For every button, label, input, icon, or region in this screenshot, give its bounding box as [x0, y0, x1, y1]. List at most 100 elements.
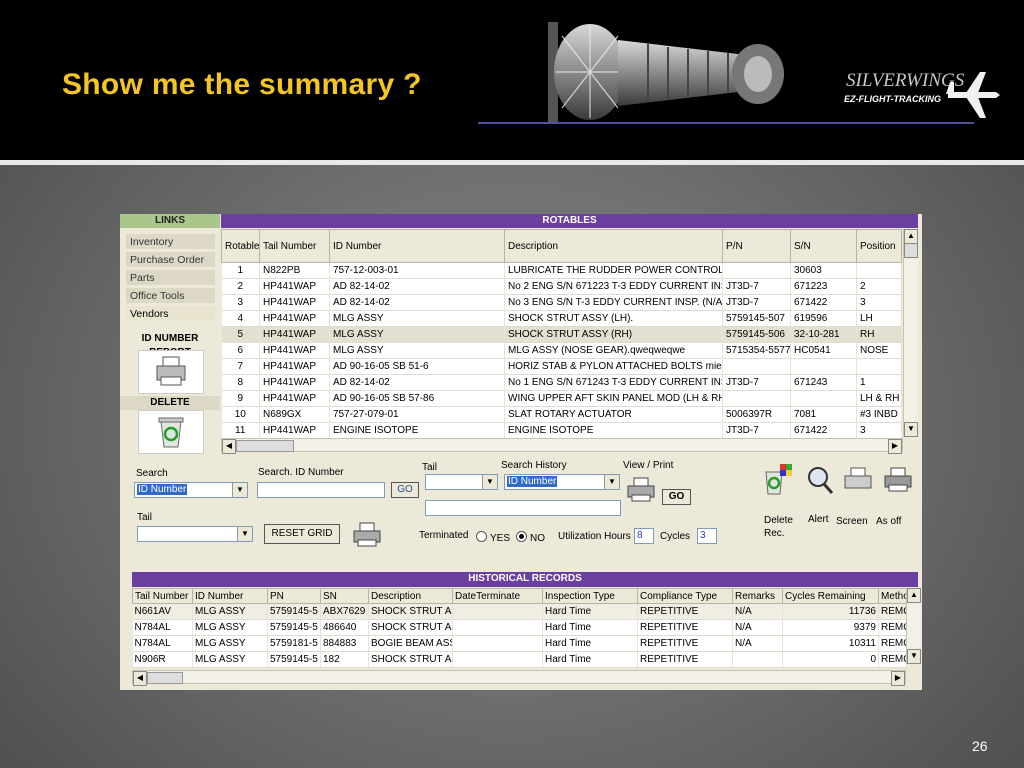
- rotables-cell[interactable]: ENGINE ISOTOPE: [504, 422, 723, 439]
- rotables-cell[interactable]: MLG ASSY (NOSE GEAR).qweqweqwe: [504, 342, 723, 359]
- rotables-cell[interactable]: 2: [856, 278, 902, 295]
- history-cell[interactable]: N784AL: [132, 619, 193, 636]
- rotables-cell[interactable]: 757-12-003-01: [329, 262, 505, 279]
- rotables-row[interactable]: 2 HP441WAP AD 82-14-02 No 2 ENG S/N 671223 …: [221, 278, 902, 295]
- history-cell[interactable]: REPETITIVE: [637, 651, 733, 668]
- scroll-up-icon[interactable]: ▲: [904, 229, 918, 244]
- rotables-cell[interactable]: JT3D-7: [722, 374, 791, 391]
- rotables-cell[interactable]: 3: [856, 294, 902, 311]
- history-cell[interactable]: REPETITIVE: [637, 603, 733, 620]
- rotables-cell[interactable]: SLAT ROTARY ACTUATOR: [504, 406, 723, 423]
- rotables-cell[interactable]: NOSE: [856, 342, 902, 359]
- id-report-print-button[interactable]: [138, 350, 204, 394]
- rotables-cell[interactable]: HP441WAP: [259, 422, 330, 439]
- rotables-cell[interactable]: 9: [221, 390, 260, 407]
- chevron-down-icon[interactable]: ▼: [604, 475, 619, 489]
- history-column-header[interactable]: Compliance Type: [637, 588, 733, 604]
- rotables-cell[interactable]: HORIZ STAB & PYLON ATTACHED BOLTS mierda: [504, 358, 723, 375]
- scroll-thumb[interactable]: [236, 440, 294, 452]
- scroll-up-icon[interactable]: ▲: [907, 588, 921, 603]
- rotables-cell[interactable]: [790, 390, 857, 407]
- scroll-right-icon[interactable]: ▶: [891, 671, 905, 686]
- history-cell[interactable]: 11736: [782, 603, 879, 620]
- rotables-cell[interactable]: #3 INBD: [856, 406, 902, 423]
- rotables-cell[interactable]: MLG ASSY: [329, 310, 505, 327]
- history-cell[interactable]: 182: [320, 651, 369, 668]
- rotables-cell[interactable]: 3: [221, 294, 260, 311]
- rotables-cell[interactable]: N689GX: [259, 406, 330, 423]
- history-cell[interactable]: SHOCK STRUT AS: [368, 651, 453, 668]
- history-cell[interactable]: [452, 619, 543, 636]
- history-cell[interactable]: 9379: [782, 619, 879, 636]
- rotables-cell[interactable]: 32-10-281: [790, 326, 857, 343]
- rotables-cell[interactable]: HP441WAP: [259, 294, 330, 311]
- scroll-thumb[interactable]: [904, 243, 918, 258]
- rotables-row[interactable]: 7 HP441WAP AD 90-16-05 SB 51-6 HORIZ STAB &…: [221, 358, 902, 375]
- rotables-row[interactable]: 6 HP441WAP MLG ASSY MLG ASSY (NOSE GEAR).qw…: [221, 342, 902, 359]
- rotables-column-header[interactable]: S/N: [790, 229, 857, 263]
- history-row[interactable]: N784AL MLG ASSY 5759181-5 884883 BOGIE BEAM …: [132, 635, 907, 652]
- rotables-column-header[interactable]: Position: [856, 229, 902, 263]
- rotables-cell[interactable]: 6: [221, 342, 260, 359]
- rotables-column-header[interactable]: Tail Number: [259, 229, 330, 263]
- rotables-cell[interactable]: HP441WAP: [259, 326, 330, 343]
- history-cell[interactable]: 10311: [782, 635, 879, 652]
- rotables-cell[interactable]: HP441WAP: [259, 342, 330, 359]
- history-vertical-scrollbar[interactable]: ▲ ▼: [906, 588, 921, 664]
- rotables-column-header[interactable]: P/N: [722, 229, 791, 263]
- scroll-right-icon[interactable]: ▶: [888, 439, 902, 454]
- rotables-cell[interactable]: 757-27-079-01: [329, 406, 505, 423]
- rotables-cell[interactable]: SHOCK STRUT ASSY (LH).: [504, 310, 723, 327]
- scroll-down-icon[interactable]: ▼: [904, 422, 918, 437]
- rotables-vertical-scrollbar[interactable]: ▲ ▼: [903, 229, 918, 437]
- history-cell[interactable]: [452, 651, 543, 668]
- terminated-no-option[interactable]: NO: [516, 531, 545, 544]
- link-vendors[interactable]: Vendors: [126, 306, 215, 322]
- link-inventory[interactable]: Inventory: [126, 234, 215, 250]
- rotables-horizontal-scrollbar[interactable]: ◀ ▶: [221, 438, 903, 454]
- radio-no-icon[interactable]: [516, 531, 527, 542]
- history-cell[interactable]: N784AL: [132, 635, 193, 652]
- rotables-cell[interactable]: [856, 358, 902, 375]
- history-cell[interactable]: Hard Time: [542, 651, 638, 668]
- scroll-left-icon[interactable]: ◀: [222, 439, 236, 454]
- rotables-column-header[interactable]: Description: [504, 229, 723, 263]
- rotables-cell[interactable]: N822PB: [259, 262, 330, 279]
- history-cell[interactable]: Hard Time: [542, 603, 638, 620]
- screen-printer-icon[interactable]: [842, 466, 874, 494]
- rotables-cell[interactable]: MLG ASSY: [329, 326, 505, 343]
- history-cell[interactable]: [452, 635, 543, 652]
- rotables-cell[interactable]: 5006397R: [722, 406, 791, 423]
- rotables-cell[interactable]: JT3D-7: [722, 278, 791, 295]
- rotables-row[interactable]: 5 HP441WAP MLG ASSY SHOCK STRUT ASSY (RH) 57…: [221, 326, 902, 343]
- rotables-row[interactable]: 10 N689GX 757-27-079-01 SLAT ROTARY ACTUATO…: [221, 406, 902, 423]
- chevron-down-icon[interactable]: ▼: [482, 475, 497, 489]
- history-column-header[interactable]: Description: [368, 588, 453, 604]
- rotables-cell[interactable]: [722, 358, 791, 375]
- rotables-cell[interactable]: 671223: [790, 278, 857, 295]
- history-cell[interactable]: MLG ASSY: [192, 619, 268, 636]
- history-cell[interactable]: 486640: [320, 619, 369, 636]
- rotables-cell[interactable]: [790, 358, 857, 375]
- rotables-column-header[interactable]: ID Number: [329, 229, 505, 263]
- search-field-dropdown[interactable]: ID Number ▼: [134, 482, 248, 498]
- rotables-cell[interactable]: 8: [221, 374, 260, 391]
- rotables-cell[interactable]: 1: [221, 262, 260, 279]
- rotables-cell[interactable]: 11: [221, 422, 260, 439]
- history-cell[interactable]: SHOCK STRUT AS: [368, 603, 453, 620]
- history-horizontal-scrollbar[interactable]: ◀ ▶: [132, 670, 906, 686]
- rotables-cell[interactable]: 671422: [790, 294, 857, 311]
- reset-grid-button[interactable]: RESET GRID: [264, 524, 340, 544]
- search-id-input[interactable]: [257, 482, 385, 498]
- rotables-cell[interactable]: [722, 262, 791, 279]
- history-column-header[interactable]: DateTerminate: [452, 588, 543, 604]
- alert-magnifier-icon[interactable]: [805, 464, 835, 496]
- rotables-cell[interactable]: 30603: [790, 262, 857, 279]
- rotables-cell[interactable]: AD 82-14-02: [329, 374, 505, 391]
- rotables-cell[interactable]: 619596: [790, 310, 857, 327]
- delete-record-recycle-icon[interactable]: [760, 462, 794, 496]
- history-cell[interactable]: REPETITIVE: [637, 635, 733, 652]
- chevron-down-icon[interactable]: ▼: [232, 483, 247, 497]
- rotables-row[interactable]: 8 HP441WAP AD 82-14-02 No 1 ENG S/N 671243 …: [221, 374, 902, 391]
- chevron-down-icon[interactable]: ▼: [237, 527, 252, 541]
